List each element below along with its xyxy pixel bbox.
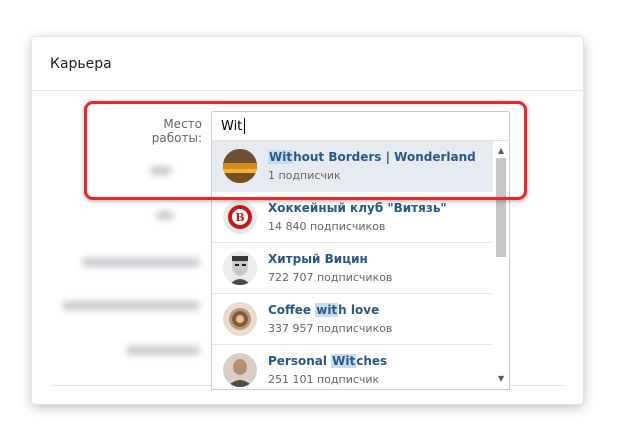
coffee-cup-avatar xyxy=(223,302,257,336)
portrait-photo-avatar xyxy=(223,353,257,387)
blurred-label xyxy=(126,346,200,355)
suggestion-item[interactable]: Without Borders | Wonderland 1 подписчик xyxy=(212,141,493,192)
sunset-photo-avatar xyxy=(223,149,257,183)
subscriber-count: 14 840 подписчиков xyxy=(268,220,386,233)
vityaz-logo-avatar: B xyxy=(223,200,257,234)
svg-text:B: B xyxy=(235,211,244,224)
blurred-label xyxy=(62,301,200,310)
suggestion-item[interactable]: Personal Witches 251 101 подписчик xyxy=(212,345,493,389)
scroll-up-arrow-icon[interactable]: ▲ xyxy=(498,146,504,155)
actor-portrait-avatar xyxy=(223,251,257,285)
card-title: Карьера xyxy=(50,56,112,72)
blurred-label xyxy=(156,211,174,220)
subscriber-count: 1 подписчик xyxy=(268,169,341,182)
subscriber-count: 251 101 подписчик xyxy=(268,373,380,386)
suggestion-name: Хоккейный клуб "Витязь" xyxy=(268,201,447,215)
subscriber-count: 722 707 подписчиков xyxy=(268,271,393,284)
title-divider xyxy=(32,90,583,91)
suggestion-name: Хитрый Вицин xyxy=(268,252,368,266)
blurred-label xyxy=(82,258,200,267)
suggestion-item[interactable]: B Хоккейный клуб "Витязь" 14 840 подписч… xyxy=(212,192,493,243)
scroll-down-arrow-icon[interactable]: ▼ xyxy=(498,374,504,383)
workplace-input[interactable]: Wit xyxy=(211,111,510,141)
suggestion-name: Without Borders | Wonderland xyxy=(268,150,476,164)
subscriber-count: 337 957 подписчиков xyxy=(268,322,393,335)
suggestion-name: Coffee with love xyxy=(268,303,380,317)
text-caret xyxy=(244,118,245,134)
blurred-label xyxy=(150,166,172,175)
suggestion-item[interactable]: Coffee with love 337 957 подписчиков xyxy=(212,294,493,345)
scrollbar-thumb[interactable] xyxy=(496,158,506,257)
workplace-label: Место работы: xyxy=(151,117,202,145)
suggestion-item[interactable]: Хитрый Вицин 722 707 подписчиков xyxy=(212,243,493,294)
suggestions-dropdown[interactable]: Without Borders | Wonderland 1 подписчик… xyxy=(211,141,510,390)
suggestion-name: Personal Witches xyxy=(268,354,388,368)
workplace-input-value: Wit xyxy=(221,119,243,134)
